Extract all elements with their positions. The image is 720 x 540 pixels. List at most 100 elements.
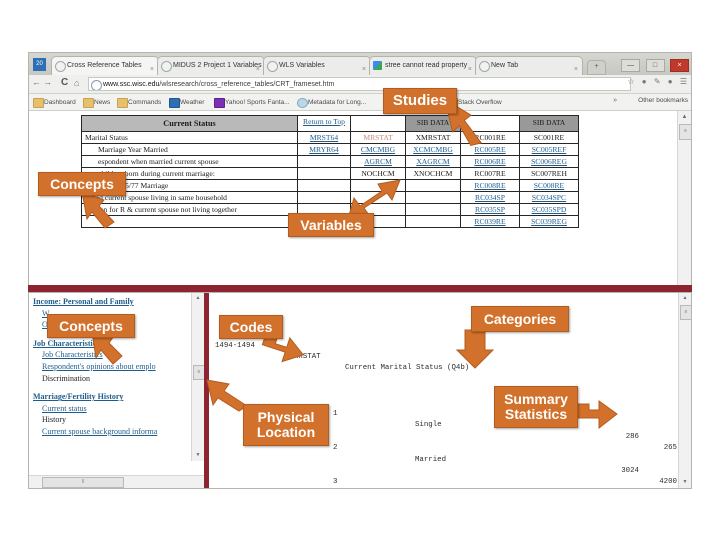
concepts-horizontal-scrollbar[interactable]: ‖	[29, 475, 204, 488]
variable-link[interactable]: SC001RE	[534, 133, 564, 142]
scroll-up-icon[interactable]: ▲	[679, 293, 691, 304]
reload-icon[interactable]: C	[61, 77, 68, 88]
close-window-button[interactable]: ×	[670, 59, 689, 72]
variable-link[interactable]: CMCMBG	[361, 145, 395, 154]
variable-link[interactable]: XCMCMBG	[413, 145, 453, 154]
sib-data-header-2: SIB DATA	[519, 115, 579, 132]
concept-item[interactable]: History	[33, 414, 190, 426]
url-path: /wlsresearch/cross_reference_tables/CRT_…	[159, 81, 335, 88]
variable-link[interactable]: RC005RE	[474, 145, 505, 154]
scrollbar-thumb[interactable]: ≡	[679, 124, 691, 140]
scroll-down-icon[interactable]: ▼	[679, 477, 691, 488]
new-tab-button[interactable]: +	[587, 60, 606, 75]
scroll-up-icon[interactable]: ▲	[192, 293, 204, 304]
browser-tab-label: WLS Variables	[279, 62, 325, 69]
category-label: Single	[415, 421, 442, 430]
row-col-4: SC007REH	[519, 167, 579, 180]
concept-item[interactable]: Discrimination	[33, 373, 190, 385]
minimize-button[interactable]: —	[621, 59, 641, 72]
other-bookmarks-folder[interactable]: Other bookmarks	[627, 97, 688, 104]
bookmark-label: Yahoo! Sports Fanta...	[225, 99, 290, 106]
variable-link[interactable]: AGRCM	[364, 157, 392, 166]
bookmark-commands[interactable]: Commands	[117, 97, 161, 108]
browser-tab-2[interactable]: WLS Variables ×	[263, 56, 371, 75]
variable-link[interactable]: RC034SP	[475, 193, 505, 202]
close-icon[interactable]: ×	[150, 61, 154, 75]
variable-link[interactable]: NOCHCM	[361, 169, 394, 178]
bookmark-label: Dashboard	[44, 99, 76, 106]
concepts-vertical-scrollbar[interactable]: ▲ ≡ ▼	[191, 293, 204, 461]
variable-link[interactable]: SC006REG	[531, 157, 567, 166]
separator-band	[28, 285, 692, 292]
variable-link[interactable]: RC007RE	[474, 169, 505, 178]
variable-link[interactable]: MRSTAT	[363, 133, 392, 142]
home-icon[interactable]: ⌂	[74, 78, 79, 88]
variable-link[interactable]: XNOCHCM	[414, 169, 453, 178]
variable-link[interactable]: RC039RE	[474, 217, 505, 226]
concept-item[interactable]: Current status	[33, 403, 190, 415]
browser-tab-4[interactable]: New Tab ×	[475, 56, 583, 75]
close-icon[interactable]: ×	[468, 61, 472, 75]
maximize-button[interactable]: □	[645, 59, 665, 72]
close-icon[interactable]: ×	[362, 61, 366, 75]
row-label: Marriage Year Married	[81, 143, 298, 156]
page-vertical-scrollbar[interactable]: ▲ ≡ ▼	[677, 111, 691, 291]
scroll-up-icon[interactable]: ▲	[678, 111, 691, 123]
return-to-top-cell[interactable]: Return to Top	[297, 115, 351, 132]
variable-link[interactable]: SC034SPC	[532, 193, 566, 202]
variable-link[interactable]: RC035SP	[475, 205, 505, 214]
page-info-icon	[91, 80, 102, 90]
bookmark-news[interactable]: News	[83, 97, 110, 108]
row-col-3: RC039RE	[460, 215, 520, 228]
scroll-down-icon[interactable]: ▼	[192, 450, 204, 461]
close-icon[interactable]: ×	[256, 61, 260, 75]
star-icon[interactable]: ☆	[627, 77, 634, 86]
extension-icon[interactable]: ●	[668, 77, 673, 86]
omnibox-icons: ☆ ● ✎ ● ☰	[622, 77, 687, 86]
close-icon[interactable]: ×	[574, 61, 578, 75]
address-bar[interactable]: www.ssc.wisc.edu/wlsresearch/cross_refer…	[88, 77, 631, 91]
url-domain: www.ssc.wisc.edu	[103, 81, 160, 88]
scrollbar-thumb[interactable]: ‖	[42, 477, 124, 488]
variable-link[interactable]: SC005REF	[532, 145, 567, 154]
scrollbar-thumb[interactable]: ≡	[193, 365, 204, 380]
edit-icon[interactable]: ✎	[654, 77, 661, 86]
variable-link[interactable]: MRST64	[310, 133, 338, 142]
concept-group-heading[interactable]: Income: Personal and Family	[33, 296, 190, 308]
browser-tab-1[interactable]: MIDUS 2 Project 1 Variables ×	[157, 56, 265, 75]
slide-canvas: 20 Cross Reference Tables × MIDUS 2 Proj…	[0, 0, 720, 540]
bookmark-weather[interactable]: Weather	[169, 97, 204, 108]
variable-link[interactable]: RC008RE	[474, 181, 505, 190]
bookmarks-overflow-icon[interactable]: »	[613, 97, 617, 104]
variable-link[interactable]: MRYR64	[309, 145, 339, 154]
variable-link[interactable]: XAGRCM	[416, 157, 449, 166]
bookmark-label: Commands	[128, 99, 162, 106]
app-icon: 20	[33, 58, 46, 71]
categories-arrow	[455, 329, 495, 370]
table-row: Marriage Year Married MRYR64 CMCMBG XCMC…	[81, 143, 579, 156]
concept-group-heading[interactable]: Marriage/Fertility History	[33, 391, 190, 403]
browser-tab-3[interactable]: stree cannot read property ×	[369, 56, 477, 75]
browser-tab-0[interactable]: Cross Reference Tables ×	[51, 56, 159, 75]
browser-tabstrip: 20 Cross Reference Tables × MIDUS 2 Proj…	[29, 53, 691, 75]
return-to-top-link[interactable]: Return to Top	[303, 117, 345, 126]
codebook-listing: 1494-1494 MRSTAT Current Marital Status …	[215, 295, 677, 488]
variable-link[interactable]: SC008RE	[534, 181, 564, 190]
browser-tab-label: New Tab	[491, 62, 519, 69]
menu-icon[interactable]: ☰	[680, 77, 687, 86]
variable-link[interactable]: RC006RE	[474, 157, 505, 166]
back-icon[interactable]: ←	[32, 77, 43, 87]
concept-item[interactable]: Current spouse background informa	[33, 426, 190, 438]
variable-link[interactable]: SC007REH	[531, 169, 567, 178]
variable-link[interactable]: SC035SPD	[532, 205, 567, 214]
forward-icon[interactable]: →	[43, 77, 54, 87]
variable-link[interactable]: SC039REG	[531, 217, 567, 226]
codebook-vertical-scrollbar[interactable]: ▲ ≡ ▼	[678, 293, 691, 488]
yahoo-icon	[214, 98, 225, 108]
bookmark-dashboard[interactable]: Dashboard	[33, 97, 76, 108]
scrollbar-thumb[interactable]: ≡	[680, 305, 691, 320]
variable-location: 1494-1494	[215, 341, 255, 350]
profile-icon[interactable]: ●	[642, 77, 647, 86]
bookmark-metadata[interactable]: Metadata for Long...	[297, 97, 366, 108]
bookmark-yahoo-sports[interactable]: Yahoo! Sports Fanta...	[214, 97, 290, 108]
